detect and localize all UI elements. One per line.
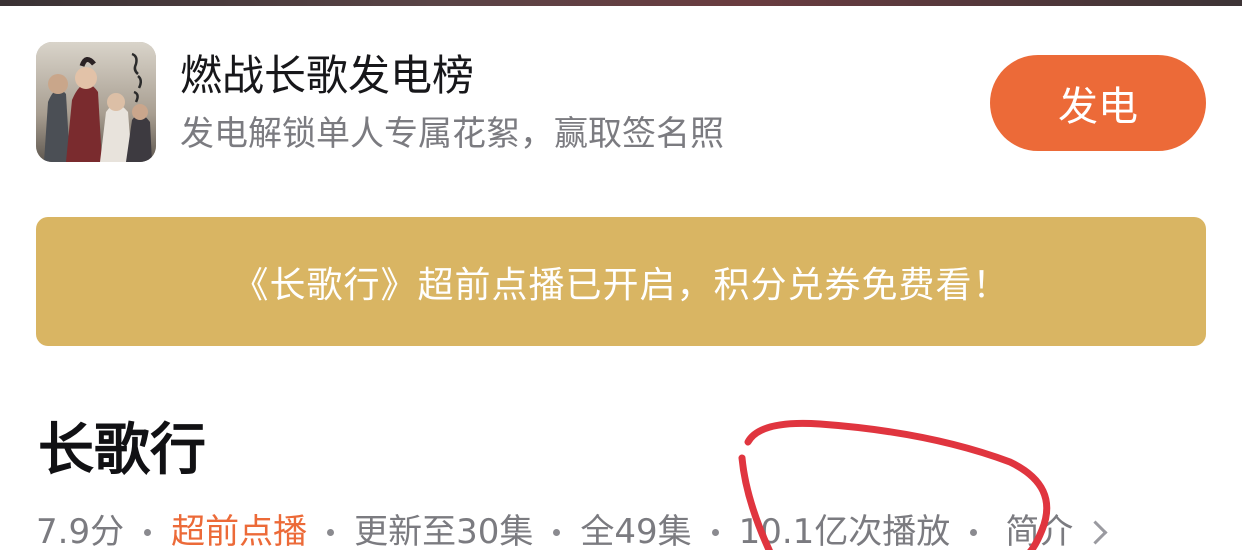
separator-dot xyxy=(970,528,978,536)
promo-banner-text: 《长歌行》超前点播已开启，积分兑券免费看！ xyxy=(232,264,1010,306)
vip-advance-tag: 超前点播 xyxy=(171,512,308,552)
intro-link[interactable]: 简介 xyxy=(1005,506,1108,558)
update-status: 更新至30集 xyxy=(354,512,534,552)
promo-banner[interactable]: 《长歌行》超前点播已开启，积分兑券免费看！ xyxy=(36,217,1206,346)
power-button[interactable]: 发电 xyxy=(990,55,1206,151)
play-count: 10.1亿次播放 xyxy=(738,512,951,552)
rating: 7.9分 xyxy=(36,512,125,552)
drama-poster-thumbnail[interactable] xyxy=(36,42,156,162)
separator-dot xyxy=(144,528,152,536)
intro-link-label: 简介 xyxy=(1005,512,1074,552)
chevron-right-icon xyxy=(1083,519,1108,545)
episode-total: 全49集 xyxy=(580,512,692,552)
header-title: 燃战长歌发电榜 xyxy=(180,51,475,100)
show-title: 长歌行 xyxy=(38,418,206,483)
separator-dot xyxy=(711,528,719,536)
header-subtitle: 发电解锁单人专属花絮，赢取签名照 xyxy=(180,114,724,154)
poster-image-icon xyxy=(36,42,156,162)
separator-dot xyxy=(553,528,561,536)
top-image-strip xyxy=(0,0,1242,6)
separator-dot xyxy=(327,528,335,536)
show-meta-row: 7.9分 超前点播 更新至30集 全49集 10.1亿次播放 简介 xyxy=(36,506,1108,558)
